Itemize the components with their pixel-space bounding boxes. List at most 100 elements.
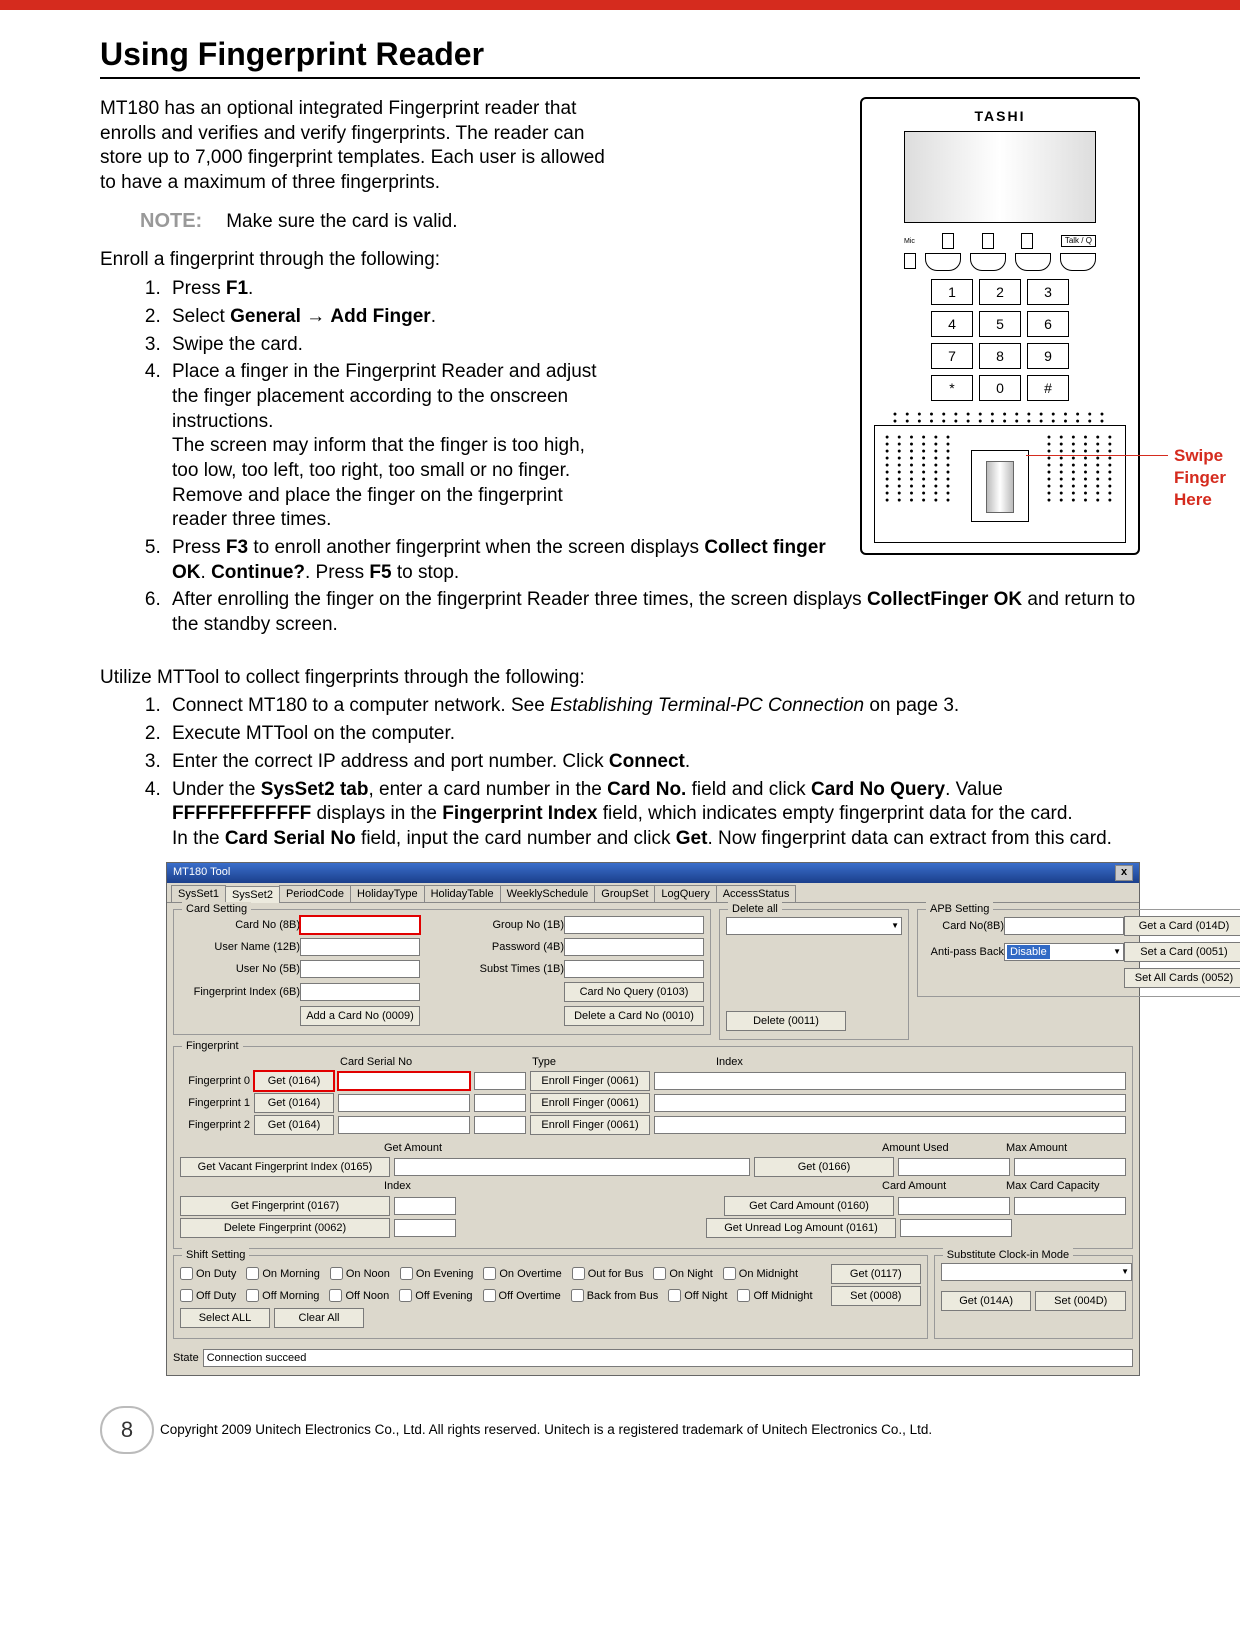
on-midnight-checkbox[interactable]: On Midnight (723, 1267, 798, 1281)
titlebar: MT180 Tool x (167, 863, 1139, 883)
delete-card-button[interactable]: Delete a Card No (0010) (564, 1006, 704, 1026)
copyright: Copyright 2009 Unitech Electronics Co., … (160, 1422, 932, 1437)
sub-set-button[interactable]: Set (004D) (1035, 1291, 1126, 1311)
enroll-0-button[interactable]: Enroll Finger (0061) (530, 1071, 650, 1091)
off-midnight-checkbox[interactable]: Off Midnight (737, 1289, 812, 1303)
serial-1-input[interactable] (338, 1094, 470, 1112)
vacant-button[interactable]: Get Vacant Fingerprint Index (0165) (180, 1157, 390, 1177)
close-icon[interactable]: x (1115, 865, 1133, 881)
unread-output[interactable] (900, 1219, 1012, 1237)
get-fp0-button[interactable]: Get (0164) (254, 1071, 334, 1091)
fp-index-input[interactable] (300, 983, 420, 1001)
label: Card Serial No (340, 1055, 412, 1069)
user-no-input[interactable] (300, 960, 420, 978)
key-4: 4 (931, 311, 973, 337)
enroll-1-button[interactable]: Enroll Finger (0061) (530, 1093, 650, 1113)
vacant-output[interactable] (394, 1158, 750, 1176)
enroll-2-button[interactable]: Enroll Finger (0061) (530, 1115, 650, 1135)
get-card-amount-button[interactable]: Get Card Amount (0160) (724, 1196, 894, 1216)
list-item: Place a finger in the Fingerprint Reader… (166, 360, 612, 533)
off-duty-checkbox[interactable]: Off Duty (180, 1289, 236, 1303)
get-fp2-button[interactable]: Get (0164) (254, 1115, 334, 1135)
antipass-select[interactable]: Disable▼ (1004, 943, 1124, 961)
label: User Name (12B) (180, 940, 300, 954)
off-evening-checkbox[interactable]: Off Evening (399, 1289, 472, 1303)
label: User No (5B) (180, 962, 300, 976)
tab-holidaytype[interactable]: HolidayType (350, 885, 425, 902)
on-overtime-checkbox[interactable]: On Overtime (483, 1267, 561, 1281)
group-no-input[interactable] (564, 916, 704, 934)
tab-sysset1[interactable]: SysSet1 (171, 885, 226, 902)
add-card-button[interactable]: Add a Card No (0009) (300, 1006, 420, 1026)
legend: Delete all (728, 902, 782, 916)
card-amount-input[interactable] (898, 1197, 1010, 1215)
fkey-icon (1015, 253, 1051, 271)
tab-periodcode[interactable]: PeriodCode (279, 885, 351, 902)
on-night-checkbox[interactable]: On Night (653, 1267, 712, 1281)
delete-fingerprint-button[interactable]: Delete Fingerprint (0062) (180, 1218, 390, 1238)
tab-weeklyschedule[interactable]: WeeklySchedule (500, 885, 596, 902)
apb-setting-group: APB Setting Card No(8B) Get a Card (014D… (917, 909, 1240, 997)
fingerprint-group: Fingerprint Card Serial No Type Index Fi… (173, 1046, 1133, 1249)
get-fingerprint-button[interactable]: Get Fingerprint (0167) (180, 1196, 390, 1216)
index-2-input[interactable] (654, 1116, 1126, 1134)
clear-all-button[interactable]: Clear All (274, 1308, 364, 1328)
sub-get-button[interactable]: Get (014A) (941, 1291, 1032, 1311)
card-no-query-button[interactable]: Card No Query (0103) (564, 982, 704, 1002)
serial-0-input[interactable] (338, 1072, 470, 1090)
tab-sysset2[interactable]: SysSet2 (225, 886, 280, 903)
fingerprint-sensor (971, 450, 1029, 522)
amount-used-input[interactable] (898, 1158, 1010, 1176)
on-evening-checkbox[interactable]: On Evening (400, 1267, 473, 1281)
get-unread-button[interactable]: Get Unread Log Amount (0161) (706, 1218, 896, 1238)
user-name-input[interactable] (300, 938, 420, 956)
on-morning-checkbox[interactable]: On Morning (246, 1267, 319, 1281)
substitute-select[interactable]: ▼ (941, 1263, 1132, 1281)
index-1-input[interactable] (654, 1094, 1126, 1112)
list-item: Enter the correct IP address and port nu… (166, 750, 1140, 775)
type-1-input[interactable] (474, 1094, 526, 1112)
off-noon-checkbox[interactable]: Off Noon (329, 1289, 389, 1303)
off-night-checkbox[interactable]: Off Night (668, 1289, 727, 1303)
set-all-cards-button[interactable]: Set All Cards (0052) (1124, 968, 1240, 988)
delete-button[interactable]: Delete (0011) (726, 1011, 846, 1031)
device-screen (904, 131, 1096, 223)
select-all-button[interactable]: Select ALL (180, 1308, 270, 1328)
delete-select[interactable]: ▼ (726, 917, 902, 935)
tab-logquery[interactable]: LogQuery (654, 885, 716, 902)
tab-holidaytable[interactable]: HolidayTable (424, 885, 501, 902)
key-1: 1 (931, 279, 973, 305)
password-input[interactable] (564, 938, 704, 956)
on-duty-checkbox[interactable]: On Duty (180, 1267, 236, 1281)
index-0-input[interactable] (654, 1072, 1126, 1090)
max-card-input[interactable] (1014, 1197, 1126, 1215)
off-overtime-checkbox[interactable]: Off Overtime (483, 1289, 561, 1303)
type-2-input[interactable] (474, 1116, 526, 1134)
serial-2-input[interactable] (338, 1116, 470, 1134)
shift-set-button[interactable]: Set (0008) (831, 1286, 921, 1306)
subst-input[interactable] (564, 960, 704, 978)
apb-card-no-input[interactable] (1004, 917, 1124, 935)
on-noon-checkbox[interactable]: On Noon (330, 1267, 390, 1281)
key-9: 9 (1027, 343, 1069, 369)
off-morning-checkbox[interactable]: Off Morning (246, 1289, 319, 1303)
get-0166-button[interactable]: Get (0166) (754, 1157, 894, 1177)
get-card-button[interactable]: Get a Card (014D) (1124, 916, 1240, 936)
out-for-bus-checkbox[interactable]: Out for Bus (572, 1267, 644, 1281)
get-fp1-button[interactable]: Get (0164) (254, 1093, 334, 1113)
max-amount-input[interactable] (1014, 1158, 1126, 1176)
keypad: 1 2 3 4 5 6 7 8 9 * 0 # (874, 279, 1126, 401)
get-fp-index-input[interactable] (394, 1197, 456, 1215)
card-setting-group: Card Setting Card No (8B) Group No (1B) … (173, 909, 711, 1035)
set-card-button[interactable]: Set a Card (0051) (1124, 942, 1240, 962)
del-fp-index-input[interactable] (394, 1219, 456, 1237)
tab-groupset[interactable]: GroupSet (594, 885, 655, 902)
card-no-input[interactable] (300, 916, 420, 934)
shift-get-button[interactable]: Get (0117) (831, 1264, 921, 1284)
label: Max Card Capacity (1006, 1179, 1126, 1193)
tab-accessstatus[interactable]: AccessStatus (716, 885, 797, 902)
back-from-bus-checkbox[interactable]: Back from Bus (571, 1289, 659, 1303)
label: Card Amount (882, 1179, 1002, 1193)
mttool-window: MT180 Tool x SysSet1 SysSet2 PeriodCode … (166, 862, 1140, 1376)
type-0-input[interactable] (474, 1072, 526, 1090)
